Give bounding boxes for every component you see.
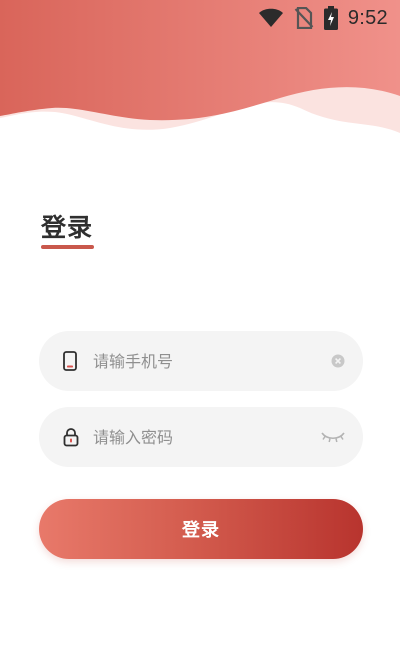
eye-closed-icon[interactable] <box>321 430 345 444</box>
password-field[interactable] <box>39 407 363 467</box>
password-input[interactable] <box>93 407 313 467</box>
battery-charging-icon <box>323 6 338 30</box>
phone-icon <box>63 351 77 371</box>
phone-input[interactable] <box>93 331 313 391</box>
login-button[interactable]: 登录 <box>39 499 363 559</box>
phone-field[interactable] <box>39 331 363 391</box>
status-time: 9:52 <box>347 6 388 29</box>
wifi-icon <box>258 8 284 28</box>
status-bar: 9:52 <box>258 0 400 36</box>
no-sim-icon <box>294 7 314 29</box>
lock-icon <box>63 427 79 447</box>
login-screen: 9:52 登录 请输手机号 登录 <box>0 0 400 650</box>
clear-icon[interactable] <box>331 354 345 368</box>
page-title: 登录 <box>41 213 94 242</box>
title-underline <box>41 245 94 249</box>
